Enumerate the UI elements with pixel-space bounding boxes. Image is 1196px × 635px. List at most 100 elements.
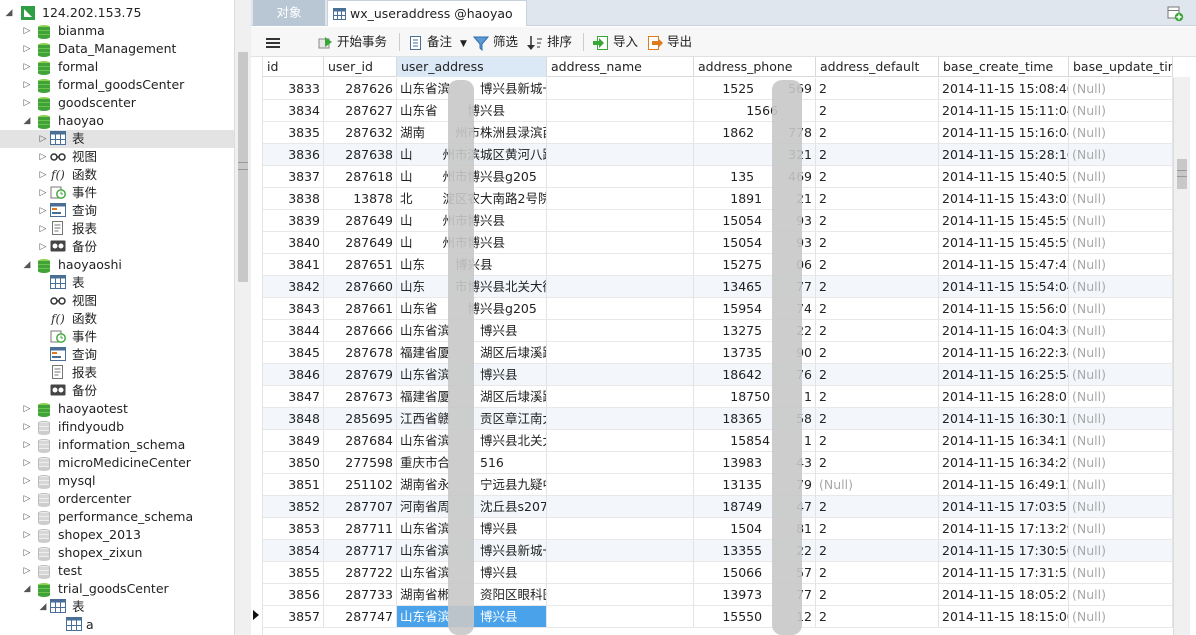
cell-address-name[interactable] xyxy=(547,408,694,430)
cell-address-name[interactable] xyxy=(547,210,694,232)
db-information-schema[interactable]: ▷ information_schema xyxy=(0,436,234,454)
column-header-user-address[interactable]: user_address xyxy=(397,57,547,77)
cell-base-create-time[interactable]: 2014-11-15 18:05:25 xyxy=(939,584,1069,606)
cell-address-name[interactable] xyxy=(547,100,694,122)
filter-button[interactable]: 筛选 xyxy=(473,32,518,52)
table-row[interactable]: 3836287638山州市滨城区黄河八路32122014-11-15 15:28… xyxy=(263,144,1173,166)
expand-arrow-icon[interactable]: ▷ xyxy=(22,454,32,472)
cell-user-id[interactable]: 287747 xyxy=(324,606,397,628)
cell-id[interactable]: 3854 xyxy=(263,540,324,562)
cell-user-id[interactable]: 287638 xyxy=(324,144,397,166)
expand-arrow-icon[interactable]: ▷ xyxy=(22,436,32,454)
cell-id[interactable]: 3833 xyxy=(263,78,324,100)
cell-user-id[interactable]: 287684 xyxy=(324,430,397,452)
cell-address-name[interactable] xyxy=(547,254,694,276)
cell-base-create-time[interactable]: 2014-11-15 15:40:53 xyxy=(939,166,1069,188)
cell-address-default[interactable]: 2 xyxy=(816,210,939,232)
cell-id[interactable]: 3837 xyxy=(263,166,324,188)
table-row[interactable]: 3835287632湖南州市株洲县渌滨西路186277822014-11-15 … xyxy=(263,122,1173,144)
cell-base-update-tim[interactable]: (Null) xyxy=(1069,320,1173,342)
db-ifindyoudb[interactable]: ▷ ifindyoudb xyxy=(0,418,234,436)
db-trial-goodscenter[interactable]: ◢ trial_goodsCenter xyxy=(0,580,234,598)
column-header-base-update-tim[interactable]: base_update_tim xyxy=(1069,57,1173,77)
table-row[interactable]: 3845287678福建省厦湖区后埭溪路137359022014-11-15 1… xyxy=(263,342,1173,364)
begin-transaction-button[interactable]: 开始事务 xyxy=(317,32,387,52)
table-row[interactable]: 3847287673福建省厦 湖区后埭溪路 18750 122014-11-15 16… xyxy=(263,386,1173,408)
cell-address-default[interactable]: 2 xyxy=(816,584,939,606)
expand-arrow-icon[interactable]: ▷ xyxy=(38,130,48,148)
cell-address-name[interactable] xyxy=(547,518,694,540)
cell-id[interactable]: 3849 xyxy=(263,430,324,452)
cell-address-default[interactable]: 2 xyxy=(816,452,939,474)
cell-base-create-time[interactable]: 2014-11-15 16:49:12 xyxy=(939,474,1069,496)
collapse-arrow-icon[interactable]: ◢ xyxy=(38,598,48,616)
cell-base-update-tim[interactable]: (Null) xyxy=(1069,540,1173,562)
cell-address-name[interactable] xyxy=(547,188,694,210)
db-haoyao[interactable]: ◢ haoyao xyxy=(0,112,234,130)
cell-id[interactable]: 3839 xyxy=(263,210,324,232)
cell-base-update-tim[interactable]: (Null) xyxy=(1069,452,1173,474)
cell-address-default[interactable]: 2 xyxy=(816,430,939,452)
table-row[interactable]: 3856287733湖南省郴资阳区眼科医院139737722014-11-15 … xyxy=(263,584,1173,606)
cell-address-default[interactable]: 2 xyxy=(816,122,939,144)
db-haoyaotest[interactable]: ▷ haoyaotest xyxy=(0,400,234,418)
cell-user-id[interactable]: 287651 xyxy=(324,254,397,276)
db-haoyaoshi[interactable]: ◢ haoyaoshi xyxy=(0,256,234,274)
cell-id[interactable]: 3851 xyxy=(263,474,324,496)
cell-address-name[interactable] xyxy=(547,540,694,562)
cell-base-create-time[interactable]: 2014-11-15 16:25:54 xyxy=(939,364,1069,386)
cell-user-id[interactable]: 287673 xyxy=(324,386,397,408)
data-grid[interactable]: id user_id user_address address_name address… xyxy=(263,57,1173,635)
db-shopex-zixun[interactable]: ▷ shopex_zixun xyxy=(0,544,234,562)
cell-base-create-time[interactable]: 2014-11-15 15:54:04 xyxy=(939,276,1069,298)
db-haoyaoshi-events[interactable]: 事件 xyxy=(0,328,234,346)
cell-user-id[interactable]: 287660 xyxy=(324,276,397,298)
cell-address-default[interactable]: 2 xyxy=(816,276,939,298)
expand-arrow-icon[interactable]: ▷ xyxy=(22,472,32,490)
cell-address-name[interactable] xyxy=(547,474,694,496)
export-button[interactable]: 导出 xyxy=(647,32,692,52)
cell-address-name[interactable] xyxy=(547,166,694,188)
table-row[interactable]: 3852 287707 河南省周 沈丘县s207 18749 47 2 2014-11-15 … xyxy=(263,496,1173,518)
expand-arrow-icon[interactable]: ▷ xyxy=(38,238,48,256)
db-goodscenter[interactable]: ▷ goodscenter xyxy=(0,94,234,112)
cell-address-default[interactable]: 2 xyxy=(816,518,939,540)
db-ordercenter[interactable]: ▷ ordercenter xyxy=(0,490,234,508)
table-row[interactable]: 3837287618山州市博兴县g20513546922014-11-15 15… xyxy=(263,166,1173,188)
table-row[interactable]: 3839287649山州市博兴县150549322014-11-15 15:45… xyxy=(263,210,1173,232)
cell-id[interactable]: 3846 xyxy=(263,364,324,386)
expand-arrow-icon[interactable]: ▷ xyxy=(38,166,48,184)
cell-user-id[interactable]: 287679 xyxy=(324,364,397,386)
cell-base-create-time[interactable]: 2014-11-15 16:28:07 xyxy=(939,386,1069,408)
db-haoyaoshi-functions[interactable]: f() 函数 xyxy=(0,310,234,328)
expand-arrow-icon[interactable]: ▷ xyxy=(22,490,32,508)
cell-base-create-time[interactable]: 2014-11-15 16:22:34 xyxy=(939,342,1069,364)
column-header-base-create-time[interactable]: base_create_time xyxy=(939,57,1069,77)
grid-scrollbar[interactable] xyxy=(1173,77,1190,635)
cell-id[interactable]: 3847 xyxy=(263,386,324,408)
expand-arrow-icon[interactable]: ▷ xyxy=(22,22,32,40)
cell-id[interactable]: 3845 xyxy=(263,342,324,364)
db-haoyaoshi-views[interactable]: 视图 xyxy=(0,292,234,310)
cell-user-id[interactable]: 287649 xyxy=(324,210,397,232)
cell-user-id[interactable]: 287722 xyxy=(324,562,397,584)
table-row[interactable]: 3841287651山东博兴县152750622014-11-15 15:47:… xyxy=(263,254,1173,276)
cell-address-name[interactable] xyxy=(547,342,694,364)
cell-id[interactable]: 3838 xyxy=(263,188,324,210)
cell-base-update-tim[interactable]: (Null) xyxy=(1069,518,1173,540)
cell-address-name[interactable] xyxy=(547,122,694,144)
cell-base-create-time[interactable]: 2014-11-15 16:34:11 xyxy=(939,430,1069,452)
cell-address-name[interactable] xyxy=(547,386,694,408)
cell-base-create-time[interactable]: 2014-11-15 17:13:29 xyxy=(939,518,1069,540)
table-row[interactable]: 3851251102湖南省永宁远县九疑中路程火华1313579(Null)201… xyxy=(263,474,1173,496)
expand-arrow-icon[interactable]: ▷ xyxy=(22,94,32,112)
collapse-arrow-icon[interactable]: ◢ xyxy=(4,4,14,22)
cell-address-name[interactable] xyxy=(547,320,694,342)
column-header-address-name[interactable]: address_name xyxy=(547,57,694,77)
cell-address-name[interactable] xyxy=(547,562,694,584)
cell-id[interactable]: 3848 xyxy=(263,408,324,430)
cell-address-default[interactable]: 2 xyxy=(816,408,939,430)
cell-address-default[interactable]: 2 xyxy=(816,540,939,562)
cell-id[interactable]: 3856 xyxy=(263,584,324,606)
cell-base-update-tim[interactable]: (Null) xyxy=(1069,188,1173,210)
